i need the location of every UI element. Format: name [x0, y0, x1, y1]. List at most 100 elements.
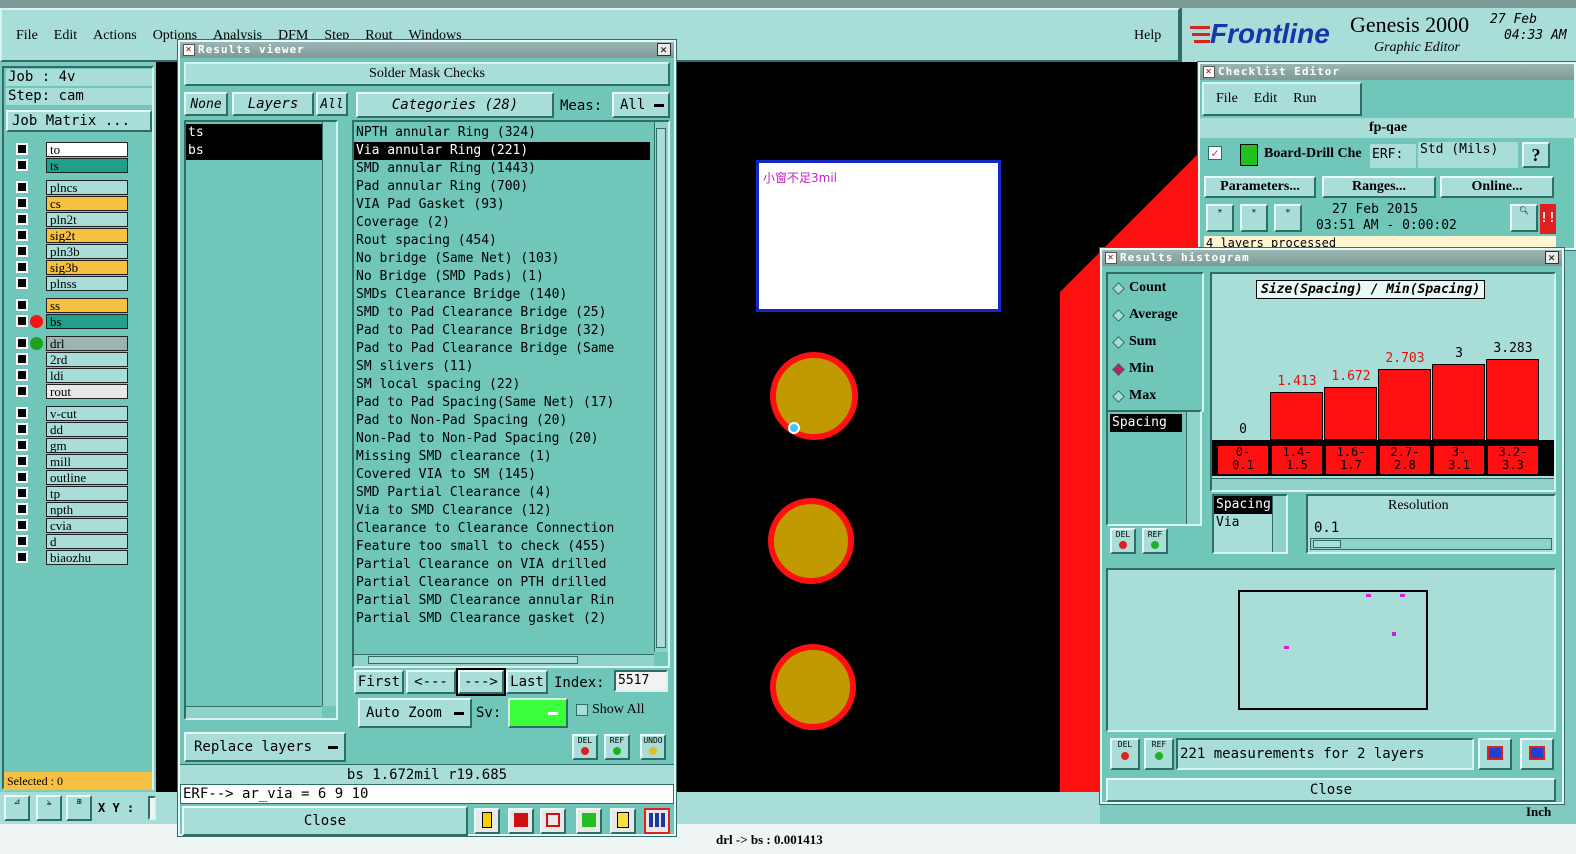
next-button[interactable]: ---> [456, 668, 506, 696]
layer-name[interactable]: to [46, 142, 128, 157]
hist-left-item[interactable]: Spacing [1110, 414, 1182, 432]
online-button[interactable]: Online... [1440, 176, 1554, 198]
result-layer-item[interactable]: ts [186, 124, 326, 142]
via-pad-3[interactable] [770, 644, 856, 730]
results-close-button[interactable]: Close [182, 806, 468, 836]
layer-checkbox[interactable] [16, 197, 28, 209]
layer-name[interactable]: d [46, 534, 128, 549]
layer-row-dd[interactable]: dd [14, 422, 130, 437]
zoom-results-icon[interactable]: 🔍︎ [1510, 204, 1538, 232]
layer-checkbox[interactable] [16, 535, 28, 547]
category-item[interactable]: Feature too small to check (455) [354, 538, 650, 556]
sv-color-select[interactable] [508, 698, 568, 728]
chart-hscroll[interactable] [1212, 478, 1554, 490]
job-matrix-button[interactable]: Job Matrix ... [6, 110, 152, 132]
parameters-button[interactable]: Parameters... [1204, 176, 1316, 198]
layer-checkbox[interactable] [16, 315, 28, 327]
run-all-icon[interactable]: ✳ [1240, 204, 1268, 232]
help-menu[interactable]: Help [1134, 28, 1161, 44]
layer-name[interactable]: mill [46, 454, 128, 469]
erf-value[interactable]: Std (Mils) [1418, 142, 1518, 168]
hist-option-sum[interactable]: Sum [1112, 334, 1156, 350]
layer-name[interactable]: drl [46, 336, 128, 351]
layer-name[interactable]: ldi [46, 368, 128, 383]
checklist-menu-file[interactable]: File [1216, 91, 1238, 107]
category-item[interactable]: SM slivers (11) [354, 358, 650, 376]
close-window-icon[interactable]: ✕ [1545, 251, 1559, 264]
run-check-icon[interactable]: ✳ [1206, 204, 1234, 232]
close-window-icon[interactable]: ✕ [657, 43, 671, 56]
layer-name[interactable]: plnss [46, 276, 128, 291]
histogram-left-scrollbar[interactable] [1186, 412, 1200, 524]
highlight-tool-icon[interactable] [474, 808, 500, 834]
checklist-menu-run[interactable]: Run [1293, 91, 1316, 107]
menu-actions[interactable]: Actions [93, 28, 137, 44]
category-item[interactable]: Rout spacing (454) [354, 232, 650, 250]
count-tool-icon[interactable] [576, 808, 602, 834]
layer-checkbox[interactable] [16, 455, 28, 467]
layer-name[interactable]: rout [46, 384, 128, 399]
ref-tool-icon[interactable] [540, 808, 566, 834]
menu-file[interactable]: File [16, 28, 38, 44]
layer-row-v-cut[interactable]: v-cut [14, 406, 130, 421]
del-icon[interactable]: DEL [572, 734, 598, 760]
layer-name[interactable]: pln2t [46, 212, 128, 227]
layer-name[interactable]: bs [46, 314, 128, 329]
layer-checkbox[interactable] [16, 369, 28, 381]
hist-ref-icon[interactable]: REF [1142, 528, 1168, 554]
category-item[interactable]: Pad to Pad Spacing(Same Net) (17) [354, 394, 650, 412]
ranges-button[interactable]: Ranges... [1322, 176, 1436, 198]
histogram-bar[interactable] [1486, 359, 1539, 440]
layer-row-pln2t[interactable]: pln2t [14, 212, 130, 227]
layer-list-scrollbar[interactable] [322, 122, 336, 706]
category-item[interactable]: Coverage (2) [354, 214, 650, 232]
layer-checkbox[interactable] [16, 143, 28, 155]
category-item[interactable]: Pad to Pad Clearance Bridge (Same [354, 340, 650, 358]
via-pad-2[interactable] [768, 498, 854, 584]
layer-checkbox[interactable] [16, 261, 28, 273]
hist-del-icon[interactable]: DEL [1110, 528, 1136, 554]
layer-row-biaozhu[interactable]: biaozhu [14, 550, 130, 565]
all-button[interactable]: All [316, 92, 348, 116]
layer-name[interactable]: sig2t [46, 228, 128, 243]
via-pad-1[interactable] [770, 352, 858, 440]
hist-option-min[interactable]: Min [1112, 361, 1154, 377]
category-item[interactable]: Pad to Non-Pad Spacing (20) [354, 412, 650, 430]
layer-name[interactable]: ts [46, 158, 128, 173]
report-tool-icon[interactable] [610, 808, 636, 834]
layer-checkbox[interactable] [16, 213, 28, 225]
layer-row-to[interactable]: to [14, 142, 130, 157]
layer-name[interactable]: 2rd [46, 352, 128, 367]
layer-name[interactable]: pln3b [46, 244, 128, 259]
layer-row-mill[interactable]: mill [14, 454, 130, 469]
layer-checkbox[interactable] [16, 519, 28, 531]
stop-check-icon[interactable]: ✳ [1274, 204, 1302, 232]
layer-checkbox[interactable] [16, 229, 28, 241]
check-enable-checkbox[interactable]: ✓ [1208, 146, 1222, 160]
hist-option-average[interactable]: Average [1112, 307, 1178, 323]
layer-checkbox[interactable] [16, 181, 28, 193]
grid-tool-icon[interactable]: ⊞ [66, 795, 92, 821]
layer-checkbox[interactable] [16, 159, 28, 171]
board-preview[interactable] [1106, 568, 1556, 732]
layer-row-2rd[interactable]: 2rd [14, 352, 130, 367]
first-button[interactable]: First [354, 670, 404, 694]
layer-checkbox[interactable] [16, 385, 28, 397]
layer-name[interactable]: gm [46, 438, 128, 453]
layer-checkbox[interactable] [16, 353, 28, 365]
meas-list-item[interactable]: Spacing [1214, 496, 1276, 514]
auto-zoom-select[interactable]: Auto Zoom [358, 698, 472, 728]
layer-name[interactable]: sig3b [46, 260, 128, 275]
layer-row-plncs[interactable]: plncs [14, 180, 130, 195]
ref-icon[interactable]: REF [604, 734, 630, 760]
export-chart-icon[interactable] [1478, 738, 1512, 770]
export-tool-icon[interactable] [508, 808, 534, 834]
histogram-tool-icon[interactable] [644, 808, 670, 834]
category-item[interactable]: SMDs Clearance Bridge (140) [354, 286, 650, 304]
category-item[interactable]: SMD Partial Clearance (4) [354, 484, 650, 502]
category-item[interactable]: Partial Clearance on PTH drilled [354, 574, 650, 592]
layer-row-ss[interactable]: ss [14, 298, 130, 313]
layer-checkbox[interactable] [16, 245, 28, 257]
layer-row-tp[interactable]: tp [14, 486, 130, 501]
bottom-ref-icon[interactable]: REF [1144, 738, 1174, 770]
